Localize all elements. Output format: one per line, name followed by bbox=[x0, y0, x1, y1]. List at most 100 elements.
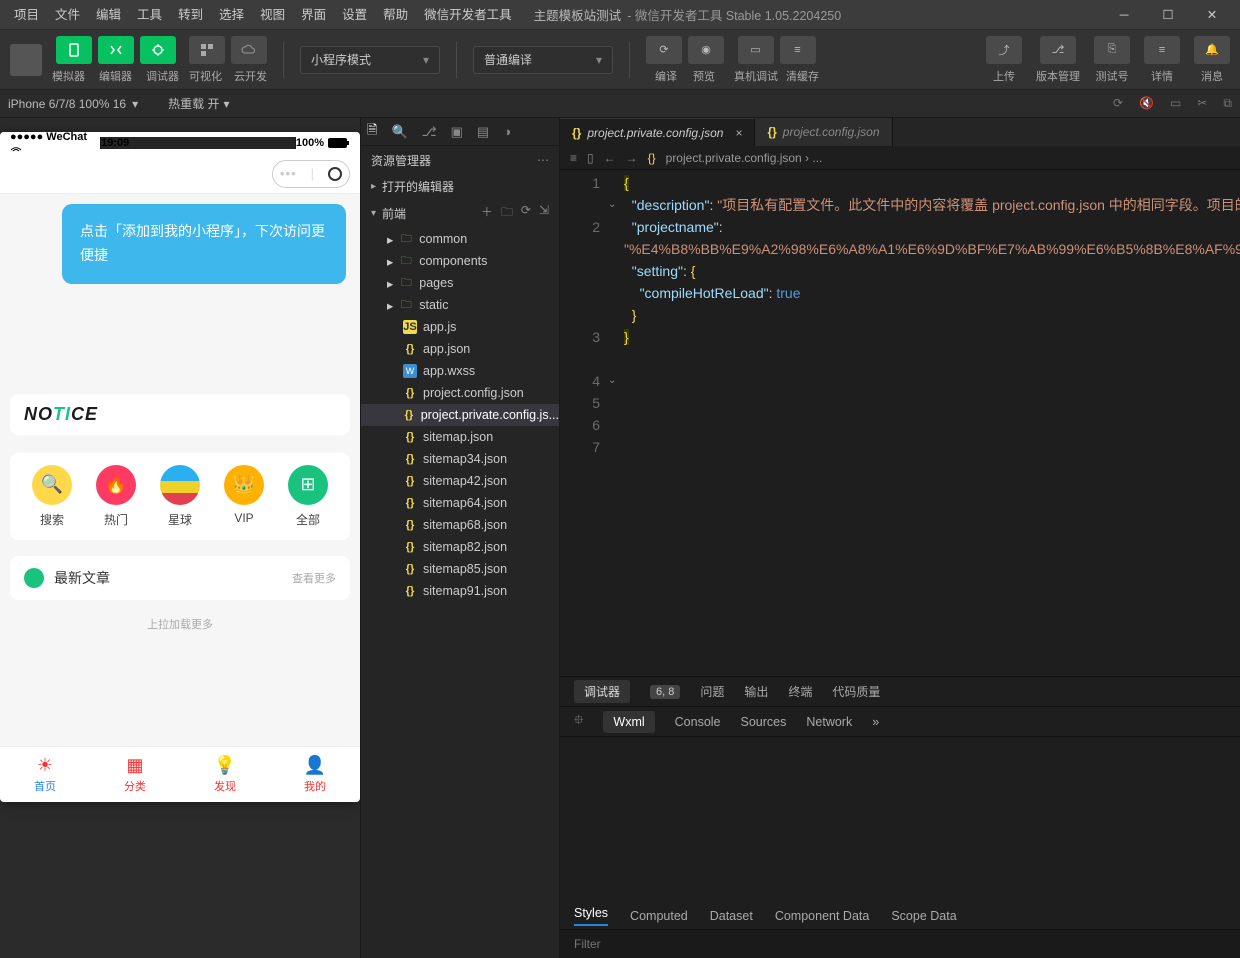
dev-tab-console[interactable]: Console bbox=[675, 715, 721, 729]
open-editors-group[interactable]: ▸打开的编辑器 bbox=[361, 174, 559, 199]
file-sitemap82[interactable]: {}sitemap82.json bbox=[361, 536, 559, 558]
file-app-js[interactable]: JSapp.js bbox=[361, 316, 559, 338]
dev-tab-network[interactable]: Network bbox=[806, 715, 852, 729]
styles-tab[interactable]: Styles bbox=[574, 906, 608, 926]
close-button[interactable]: ✕ bbox=[1190, 0, 1234, 30]
cat-vip[interactable]: 👑VIP bbox=[224, 465, 264, 528]
debugger-toggle[interactable] bbox=[140, 36, 176, 64]
tab-discover[interactable]: 💡发现 bbox=[180, 747, 270, 802]
latest-articles[interactable]: 最新文章 查看更多 bbox=[10, 556, 350, 600]
float-icon[interactable]: ⧉ bbox=[1223, 96, 1232, 111]
view-more[interactable]: 查看更多 bbox=[292, 570, 336, 586]
remote-debug-button[interactable]: ▭ bbox=[738, 36, 774, 64]
version-button[interactable]: ⎇ bbox=[1040, 36, 1076, 64]
more-icon[interactable]: ⋯ bbox=[537, 153, 549, 167]
ext2-icon[interactable]: ▤ bbox=[477, 124, 489, 140]
menu-select[interactable]: 选择 bbox=[211, 0, 252, 30]
file-sitemap34[interactable]: {}sitemap34.json bbox=[361, 448, 559, 470]
file-project-private[interactable]: {}project.private.config.js... bbox=[361, 404, 559, 426]
inspect-icon[interactable]: ⯐ bbox=[574, 711, 583, 732]
cat-hot[interactable]: 🔥热门 bbox=[96, 465, 136, 528]
details-button[interactable]: ≡ bbox=[1144, 36, 1180, 64]
breadcrumb[interactable]: ≡ ▯ ← → {} project.private.config.json ›… bbox=[560, 146, 1240, 170]
menu-project[interactable]: 项目 bbox=[6, 0, 47, 30]
dbg-tab-quality[interactable]: 代码质量 bbox=[832, 683, 880, 700]
file-app-json[interactable]: {}app.json bbox=[361, 338, 559, 360]
dev-tab-more-icon[interactable]: » bbox=[872, 715, 879, 729]
folder-static[interactable]: ▸🗀static bbox=[361, 294, 559, 316]
file-sitemap42[interactable]: {}sitemap42.json bbox=[361, 470, 559, 492]
menu-file[interactable]: 文件 bbox=[47, 0, 88, 30]
tab-private-config[interactable]: {}project.private.config.json× bbox=[560, 118, 755, 146]
filter-input[interactable] bbox=[574, 937, 1240, 951]
preview-button[interactable]: ◉ bbox=[688, 36, 724, 64]
file-project-config[interactable]: {}project.config.json bbox=[361, 382, 559, 404]
clear-cache-button[interactable]: ≡ bbox=[780, 36, 816, 64]
messages-button[interactable]: 🔔 bbox=[1194, 36, 1230, 64]
new-folder-icon[interactable]: 🗀 bbox=[501, 203, 513, 224]
compile-dropdown[interactable]: 普通编译▾ bbox=[473, 46, 613, 74]
new-file-icon[interactable]: ＋ bbox=[481, 203, 493, 224]
bookmark-icon[interactable]: ▯ bbox=[587, 151, 594, 165]
cat-all[interactable]: ⊞全部 bbox=[288, 465, 328, 528]
root-folder[interactable]: ▾前端 ＋🗀⟳⇲ bbox=[361, 199, 559, 228]
target-icon[interactable] bbox=[328, 167, 342, 181]
fold-gutter[interactable]: ⌄⌄ bbox=[608, 170, 622, 676]
menu-help[interactable]: 帮助 bbox=[375, 0, 416, 30]
dbg-tab-debugger[interactable]: 调试器 bbox=[574, 680, 630, 703]
editor-toggle[interactable] bbox=[98, 36, 134, 64]
compile-button[interactable]: ⟳ bbox=[646, 36, 682, 64]
folder-components[interactable]: ▸🗀components bbox=[361, 250, 559, 272]
dbg-tab-terminal[interactable]: 终端 bbox=[788, 683, 812, 700]
visual-button[interactable] bbox=[189, 36, 225, 64]
menu-tools[interactable]: 工具 bbox=[129, 0, 170, 30]
menu-settings[interactable]: 设置 bbox=[334, 0, 375, 30]
dbg-tab-output[interactable]: 输出 bbox=[744, 683, 768, 700]
refresh-tree-icon[interactable]: ⟳ bbox=[521, 203, 531, 224]
mode-dropdown[interactable]: 小程序模式▾ bbox=[300, 46, 440, 74]
git-tab-icon[interactable]: ⎇ bbox=[422, 124, 437, 140]
source-text[interactable]: { "description": "项目私有配置文件。此文件中的内容将覆盖 pr… bbox=[622, 170, 1240, 676]
cat-planet[interactable]: 星球 bbox=[160, 465, 200, 528]
file-sitemap85[interactable]: {}sitemap85.json bbox=[361, 558, 559, 580]
folder-pages[interactable]: ▸🗀pages bbox=[361, 272, 559, 294]
ext3-icon[interactable]: ◑ bbox=[503, 124, 511, 139]
close-tab-icon[interactable]: × bbox=[735, 126, 742, 140]
dev-tab-sources[interactable]: Sources bbox=[741, 715, 787, 729]
cut-icon[interactable]: ✂ bbox=[1197, 96, 1207, 111]
tab-category[interactable]: ▦分类 bbox=[90, 747, 180, 802]
dataset-tab[interactable]: Dataset bbox=[710, 909, 753, 923]
explorer-tab-icon[interactable]: 🗎 bbox=[367, 121, 377, 143]
scopedata-tab[interactable]: Scope Data bbox=[891, 909, 956, 923]
capsule-button[interactable]: •••| bbox=[272, 160, 350, 188]
code-area[interactable]: 1234567 ⌄⌄ { "description": "项目私有配置文件。此文… bbox=[560, 170, 1240, 676]
menu-goto[interactable]: 转到 bbox=[170, 0, 211, 30]
tab-me[interactable]: 👤我的 bbox=[270, 747, 360, 802]
tab-config[interactable]: {}project.config.json bbox=[755, 118, 892, 146]
computed-tab[interactable]: Computed bbox=[630, 909, 688, 923]
tab-home[interactable]: ☀首页 bbox=[0, 747, 90, 802]
list-icon[interactable]: ≡ bbox=[570, 151, 577, 165]
compdata-tab[interactable]: Component Data bbox=[775, 909, 870, 923]
dbg-tab-problems[interactable]: 问题 bbox=[700, 683, 724, 700]
folder-common[interactable]: ▸🗀common bbox=[361, 228, 559, 250]
avatar[interactable] bbox=[10, 44, 42, 76]
file-app-wxss[interactable]: Wapp.wxss bbox=[361, 360, 559, 382]
test-button[interactable]: ⎘ bbox=[1094, 36, 1130, 64]
back-icon[interactable]: ← bbox=[604, 151, 616, 165]
file-sitemap[interactable]: {}sitemap.json bbox=[361, 426, 559, 448]
search-tab-icon[interactable]: 🔍 bbox=[391, 124, 407, 140]
dev-tab-wxml[interactable]: Wxml bbox=[603, 711, 654, 733]
refresh-icon[interactable]: ⟳ bbox=[1113, 96, 1123, 111]
menu-ui[interactable]: 界面 bbox=[293, 0, 334, 30]
menu-view[interactable]: 视图 bbox=[252, 0, 293, 30]
ext1-icon[interactable]: ▣ bbox=[451, 124, 463, 140]
maximize-button[interactable]: ☐ bbox=[1146, 0, 1190, 30]
device-selector[interactable]: iPhone 6/7/8 100% 16▾ bbox=[8, 97, 138, 111]
mute-icon[interactable]: 🔇 bbox=[1139, 96, 1154, 111]
simulator-toggle[interactable] bbox=[56, 36, 92, 64]
cloud-button[interactable] bbox=[231, 36, 267, 64]
upload-button[interactable]: ⤴ bbox=[986, 36, 1022, 64]
file-sitemap64[interactable]: {}sitemap64.json bbox=[361, 492, 559, 514]
menu-edit[interactable]: 编辑 bbox=[88, 0, 129, 30]
